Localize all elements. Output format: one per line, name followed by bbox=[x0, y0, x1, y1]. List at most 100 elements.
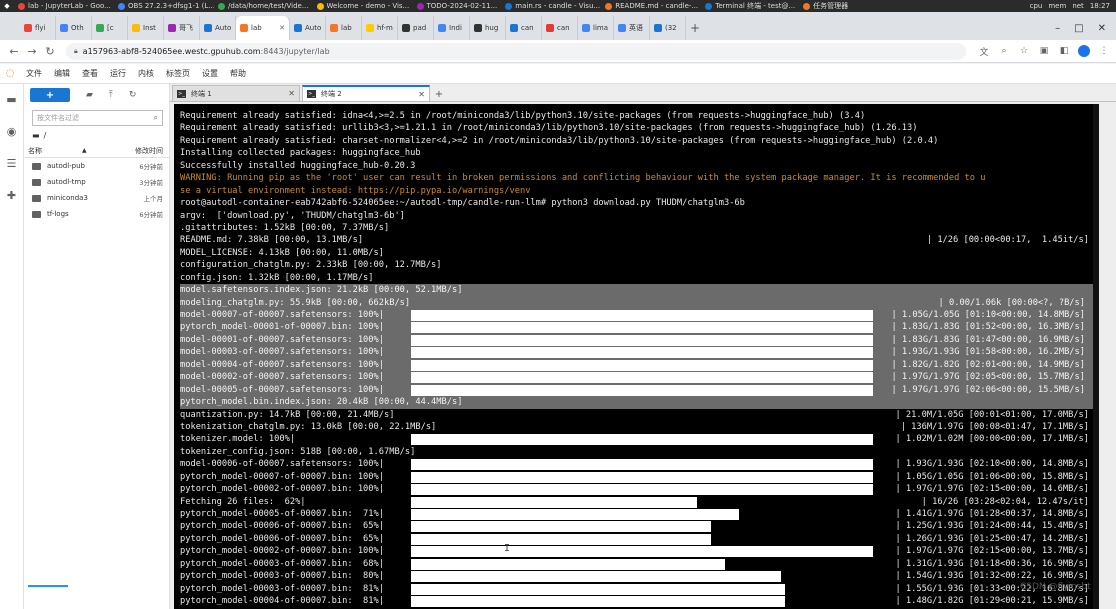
browser-tab[interactable]: 英语 bbox=[614, 16, 650, 40]
taskbar-window[interactable]: Terminal 终端 - test@... bbox=[701, 1, 799, 11]
terminal-line: modeling_chatglm.py: 55.9kB [00:00, 662k… bbox=[180, 296, 1095, 309]
taskbar-window-label: TODO-2024-02-11... bbox=[426, 2, 498, 10]
taskbar-window[interactable]: lab - JupyterLab - Goo... bbox=[14, 1, 114, 11]
terminal-line: pytorch_model-00006-of-00007.bin: 65%| | … bbox=[180, 533, 1099, 545]
terminal-scrollbar[interactable] bbox=[1093, 104, 1099, 609]
taskbar-window[interactable]: README.md - candle-... bbox=[601, 1, 701, 11]
new-document-tab-button[interactable]: + bbox=[432, 87, 446, 101]
browser-tab-label: lab bbox=[251, 24, 262, 32]
running-kernels-icon[interactable]: ◉ bbox=[5, 124, 19, 138]
folder-icon[interactable]: ▬ bbox=[5, 92, 19, 106]
close-tab-icon[interactable]: ✕ bbox=[279, 24, 285, 32]
address-bar[interactable]: 🔒︎ a157963-abf8-524065ee.westc.gpuhub.co… bbox=[66, 42, 966, 60]
terminal-view[interactable]: Requirement already satisfied: idna<4,>=… bbox=[174, 104, 1099, 609]
taskbar-window[interactable]: /data/home/test/Vide... bbox=[214, 1, 313, 11]
taskbar-window[interactable]: OBS 27.2.3+dfsg1-1 (L... bbox=[114, 1, 214, 11]
file-list-item[interactable]: autodl-pub 6分钟前 bbox=[24, 158, 169, 174]
close-tab-icon[interactable]: ✕ bbox=[418, 90, 425, 99]
taskbar-window[interactable]: TODO-2024-02-11... bbox=[413, 1, 502, 11]
file-list-scrollbar[interactable] bbox=[28, 585, 68, 587]
terminal-line: Successfully installed huggingface_hub-0… bbox=[180, 160, 1099, 172]
bookmark-star-icon[interactable]: ☆ bbox=[1018, 45, 1030, 57]
browser-tab[interactable]: pad bbox=[398, 16, 434, 40]
jupyter-logo-icon: ◌ bbox=[5, 68, 15, 79]
terminal-line-text: pytorch_model-00003-of-00007.bin: 80%| bbox=[180, 571, 384, 582]
profile-avatar[interactable] bbox=[1078, 45, 1090, 57]
file-filter-input[interactable]: 按文件名过滤 ⌕ bbox=[32, 110, 163, 126]
browser-tab[interactable]: lima bbox=[578, 16, 614, 40]
favicon-icon bbox=[294, 24, 302, 32]
terminal-line-progress: | 1.83G/1.83G [01:52<00:00, 16.3MB/s] bbox=[891, 322, 1085, 333]
browser-tab[interactable]: Inst bbox=[128, 16, 164, 40]
menu-item[interactable]: 内核 bbox=[132, 68, 160, 79]
menu-item[interactable]: 编辑 bbox=[48, 68, 76, 79]
browser-tab[interactable]: [c bbox=[92, 16, 128, 40]
column-modified-header[interactable]: 修改时间 bbox=[135, 146, 163, 156]
taskbar-window-label: README.md - candle-... bbox=[615, 2, 699, 10]
browser-toolbar: ← → ↻ 🔒︎ a157963-abf8-524065ee.westc.gpu… bbox=[0, 40, 1116, 63]
terminal-line: pytorch_model-00002-of-00007.bin: 100%| |… bbox=[180, 483, 1099, 496]
table-of-contents-icon[interactable]: ☰ bbox=[5, 156, 19, 170]
taskbar-window[interactable]: Welcome - demo - Vis... bbox=[313, 1, 413, 11]
breadcrumb[interactable]: ▬ / bbox=[24, 126, 169, 144]
browser-tab[interactable]: can bbox=[542, 16, 578, 40]
browser-tab[interactable]: 哥飞 bbox=[164, 16, 200, 40]
browser-tab[interactable]: hug bbox=[470, 16, 506, 40]
tray-clock[interactable]: 18:27 bbox=[1090, 2, 1110, 10]
folder-icon bbox=[32, 194, 41, 202]
forward-icon[interactable]: → bbox=[24, 43, 40, 59]
translate-icon[interactable]: 文 bbox=[978, 45, 990, 58]
terminal-tab[interactable]: >_ 终端 1 ✕ bbox=[172, 85, 300, 101]
maximize-icon[interactable]: □ bbox=[1074, 23, 1083, 34]
menu-kebab-icon[interactable]: ⋮ bbox=[1098, 45, 1110, 57]
browser-tab[interactable]: can bbox=[506, 16, 542, 40]
reload-icon[interactable]: ↻ bbox=[42, 43, 58, 59]
close-tab-icon[interactable]: ✕ bbox=[288, 89, 295, 98]
new-launcher-button[interactable]: + bbox=[30, 88, 70, 102]
browser-tab[interactable]: Indi bbox=[434, 16, 470, 40]
close-window-icon[interactable]: ✕ bbox=[1098, 23, 1106, 34]
refresh-icon[interactable]: ↻ bbox=[129, 90, 137, 100]
browser-tab[interactable]: lab ✕ bbox=[236, 16, 290, 40]
terminal-line: model-00002-of-00007.safetensors: 100%| |… bbox=[180, 371, 1095, 384]
menu-item[interactable]: 文件 bbox=[20, 68, 48, 79]
new-folder-icon[interactable]: ▰ bbox=[86, 90, 93, 100]
minimize-icon[interactable]: – bbox=[1055, 23, 1060, 34]
browser-tab-label: lab bbox=[341, 24, 352, 32]
upload-icon[interactable]: ⤒ bbox=[109, 90, 113, 100]
menu-item[interactable]: 设置 bbox=[196, 68, 224, 79]
terminal-line: pytorch_model-00004-of-00007.bin: 81%| | … bbox=[180, 595, 1099, 608]
file-list-item[interactable]: autodl-tmp 3分钟前 bbox=[24, 174, 169, 190]
extensions-icon[interactable]: ▣ bbox=[1038, 45, 1050, 57]
terminal-icon: >_ bbox=[307, 90, 316, 98]
favicon-icon bbox=[96, 24, 104, 32]
side-panel-icon[interactable]: ◧ bbox=[1058, 45, 1070, 57]
browser-tab[interactable]: lab bbox=[326, 16, 362, 40]
os-logo-icon[interactable]: ◆ bbox=[0, 0, 14, 12]
terminal-line-text: Requirement already satisfied: charset-n… bbox=[180, 135, 939, 146]
jupyter-menubar: ◌ 文件 编辑 查看 运行 内核 标签页 设置 帮助 bbox=[0, 64, 1116, 84]
extension-manager-icon[interactable]: ✚ bbox=[5, 188, 19, 202]
browser-tab[interactable]: Auto bbox=[200, 16, 236, 40]
terminal-tab[interactable]: >_ 终端 2 ✕ bbox=[302, 85, 430, 101]
column-name-header[interactable]: 名称 bbox=[28, 146, 42, 156]
browser-tab[interactable]: hf-m bbox=[362, 16, 398, 40]
browser-tab[interactable]: flyi bbox=[20, 16, 56, 40]
taskbar-window[interactable]: 任务管理器 bbox=[799, 1, 852, 11]
url-host: a157963-abf8-524065ee.westc.gpuhub.com bbox=[82, 46, 261, 56]
terminal-line: pytorch_model-00003-of-00007.bin: 80%| | … bbox=[180, 570, 1099, 583]
menu-item[interactable]: 查看 bbox=[76, 68, 104, 79]
menu-item[interactable]: 标签页 bbox=[160, 68, 196, 79]
new-tab-button[interactable]: + bbox=[686, 16, 704, 40]
back-icon[interactable]: ← bbox=[6, 43, 22, 59]
zoom-icon[interactable]: ⌕ bbox=[998, 45, 1010, 57]
browser-tab[interactable]: Auto bbox=[290, 16, 326, 40]
menu-item[interactable]: 帮助 bbox=[224, 68, 252, 79]
file-list-item[interactable]: miniconda3 上个月 bbox=[24, 190, 169, 206]
browser-tab[interactable]: Oth bbox=[56, 16, 92, 40]
file-list-item[interactable]: tf-logs 6分钟前 bbox=[24, 206, 169, 222]
menu-item[interactable]: 运行 bbox=[104, 68, 132, 79]
terminal-line: pytorch_model-00003-of-00007.bin: 81%| | … bbox=[180, 583, 1099, 595]
browser-tab[interactable]: (32 bbox=[650, 16, 686, 40]
taskbar-window[interactable]: main.rs - candle - Visu... bbox=[501, 1, 601, 11]
